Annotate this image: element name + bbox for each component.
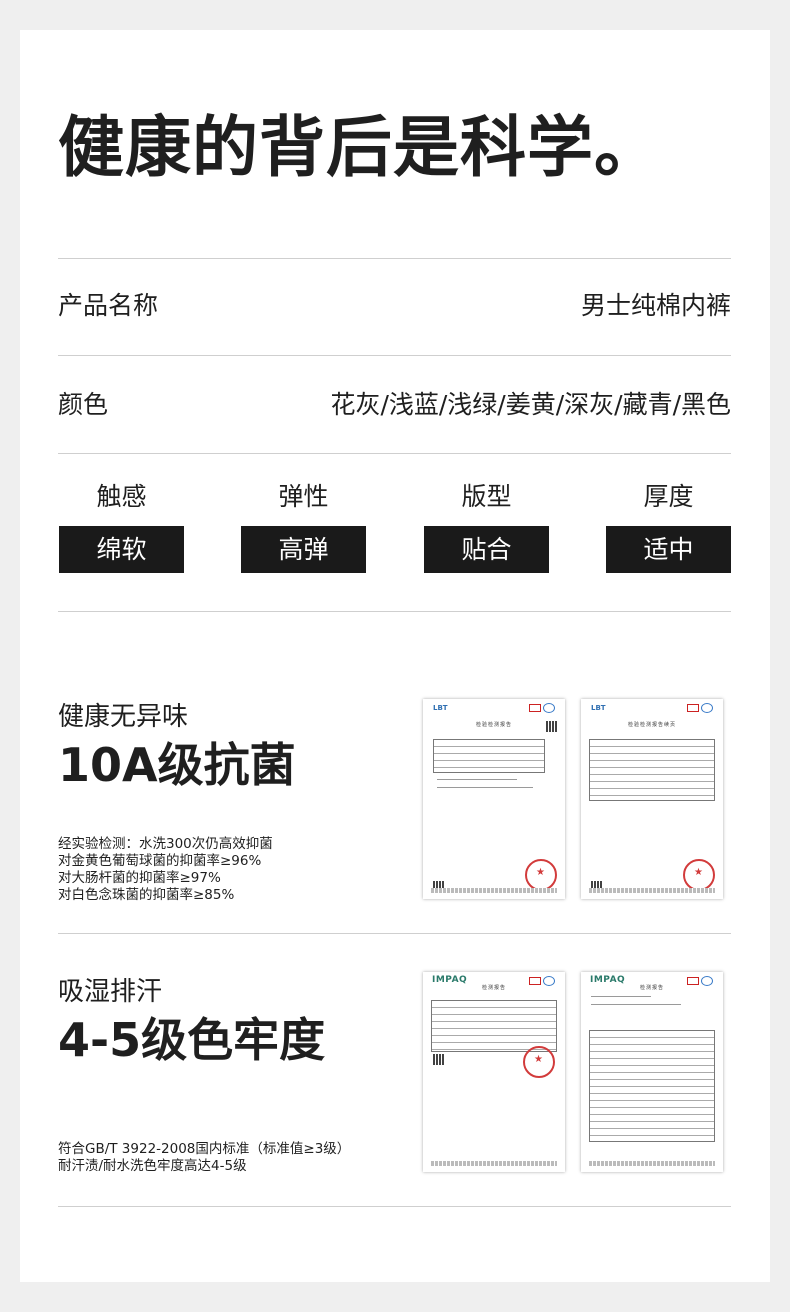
divider xyxy=(58,258,731,259)
section-subtitle: 健康无异味 xyxy=(58,702,189,732)
attribute-name: 版型 xyxy=(461,482,512,511)
official-stamp-icon xyxy=(525,859,557,891)
section-notes: 符合GB/T 3922-2008国内标准（标准值≥3级） 耐汗渍/耐水洗色牢度高… xyxy=(58,1141,350,1175)
attribute-touch: 触感 绵软 xyxy=(59,481,184,573)
impaq-report-image: IMPAQ 检测报告 xyxy=(581,972,723,1172)
report-table xyxy=(589,739,715,801)
note-line: 对白色念珠菌的抑菌率≥85% xyxy=(58,887,235,903)
report-title: 检验检测报告续页 xyxy=(627,722,676,728)
color-label: 颜色 xyxy=(58,390,109,419)
section-subtitle: 吸湿排汗 xyxy=(58,977,163,1007)
attribute-fit: 版型 贴合 xyxy=(424,481,549,573)
note-line: 耐汗渍/耐水洗色牢度高达4-5级 xyxy=(58,1158,247,1174)
note-line: 符合GB/T 3922-2008国内标准（标准值≥3级） xyxy=(58,1141,351,1157)
report-table xyxy=(589,1030,715,1142)
divider xyxy=(58,611,731,612)
report-table xyxy=(433,739,545,773)
attribute-name: 弹性 xyxy=(278,482,329,511)
report-title: 检验检测报告 xyxy=(475,722,512,728)
divider xyxy=(58,1206,731,1207)
attribute-value-box: 贴合 xyxy=(424,526,549,573)
attribute-name: 触感 xyxy=(96,482,147,511)
report-table xyxy=(431,1000,557,1052)
cnas-badge-icon xyxy=(701,703,713,713)
lab-logo: LBT xyxy=(433,704,448,712)
qr-code-icon xyxy=(546,721,557,732)
cma-badge-icon xyxy=(687,704,699,712)
official-stamp-icon xyxy=(683,859,715,891)
divider xyxy=(58,453,731,454)
note-line: 对金黄色葡萄球菌的抑菌率≥96% xyxy=(58,853,262,869)
attribute-thickness: 厚度 适中 xyxy=(606,481,731,573)
section-notes: 经实验检测：水洗300次仍高效抑菌 对金黄色葡萄球菌的抑菌率≥96% 对大肠杆菌… xyxy=(58,836,273,904)
test-report-image: LBT 检验检测报告续页 xyxy=(581,699,723,899)
cma-badge-icon xyxy=(529,704,541,712)
note-line: 对大肠杆菌的抑菌率≥97% xyxy=(58,870,221,886)
report-title: 检测报告 xyxy=(639,985,664,991)
note-line: 经实验检测：水洗300次仍高效抑菌 xyxy=(58,836,273,852)
impaq-report-image: IMPAQ 检测报告 xyxy=(423,972,565,1172)
report-title: 检测报告 xyxy=(481,985,506,991)
test-report-image: LBT 检验检测报告 xyxy=(423,699,565,899)
attribute-elasticity: 弹性 高弹 xyxy=(241,481,366,573)
official-stamp-icon xyxy=(523,1046,555,1078)
divider xyxy=(58,355,731,356)
attribute-value-box: 适中 xyxy=(606,526,731,573)
product-name-value: 男士纯棉内裤 xyxy=(580,291,731,320)
cnas-badge-icon xyxy=(543,703,555,713)
attribute-value-box: 高弹 xyxy=(241,526,366,573)
product-name-label: 产品名称 xyxy=(58,291,159,320)
section-headline: 4-5级色牢度 xyxy=(58,1013,326,1067)
attribute-value-box: 绵软 xyxy=(59,526,184,573)
color-value: 花灰/浅蓝/浅绿/姜黄/深灰/藏青/黑色 xyxy=(330,390,731,419)
section-headline: 10A级抗菌 xyxy=(58,738,296,792)
qr-code-icon xyxy=(433,1054,444,1065)
attribute-name: 厚度 xyxy=(643,482,694,511)
divider xyxy=(58,933,731,934)
lab-logo: LBT xyxy=(591,704,606,712)
page-title: 健康的背后是科学。 xyxy=(58,109,661,186)
